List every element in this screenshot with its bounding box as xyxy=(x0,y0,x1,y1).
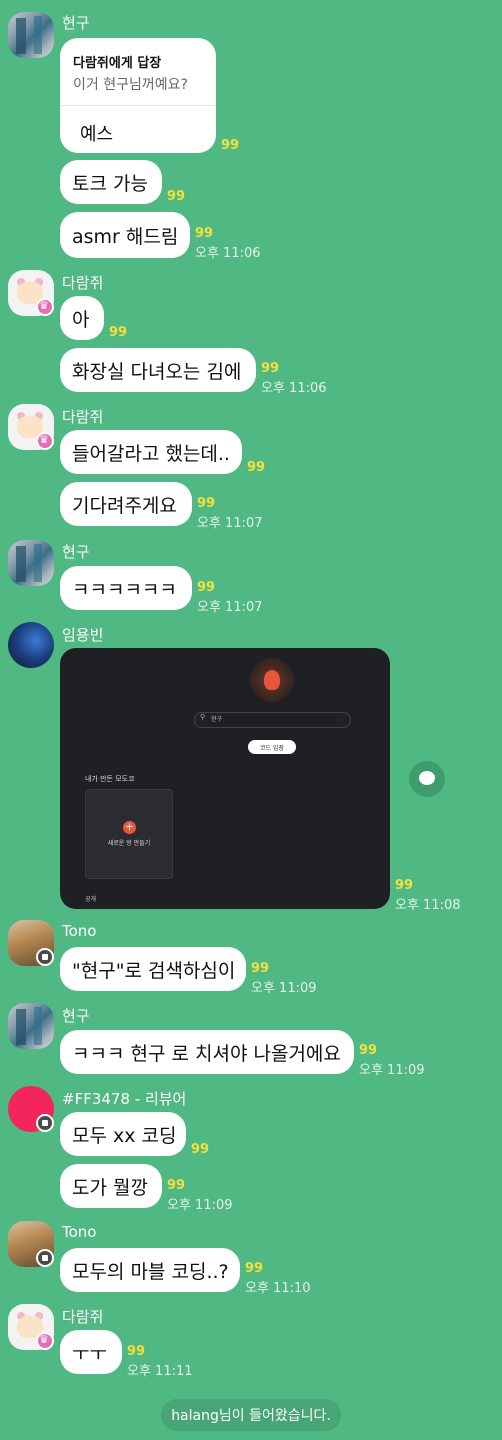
message-bubble[interactable]: ㅋㅋㅋㅋㅋㅋ xyxy=(60,566,192,610)
message-bubble[interactable]: 기다려주게요 xyxy=(60,482,192,526)
new-room-card[interactable]: + 새로운 방 만들기 xyxy=(85,789,173,879)
reply-text: 예스 xyxy=(80,124,114,145)
reply-message-bubble[interactable]: 다람쥐에게 답장 이거 현구님꺼예요? 예스 xyxy=(60,38,216,153)
message-text: 기다려주게요 xyxy=(72,494,177,517)
unread-count: 99 xyxy=(197,496,216,511)
message-time: 오후 11:07 xyxy=(197,600,263,615)
reply-divider xyxy=(60,105,216,106)
sender-name: 현구 xyxy=(62,543,90,561)
message-time: 오후 11:09 xyxy=(167,1198,233,1213)
unread-count: 99 xyxy=(221,138,240,153)
plus-icon: + xyxy=(123,820,136,834)
message-text: 들어갈라고 했는데.. xyxy=(72,442,230,465)
sender-name: 임용빈 xyxy=(62,626,104,644)
manager-icon xyxy=(36,1249,54,1267)
search-input[interactable]: ⚲ 현구 xyxy=(194,712,351,728)
sender-name: 현구 xyxy=(62,14,90,32)
reply-quote[interactable]: 이거 현구님꺼예요? xyxy=(73,74,188,94)
message-text: "현구"로 검색하심이 xyxy=(72,959,236,982)
unread-count: 99 xyxy=(251,961,270,976)
unread-count: 99 xyxy=(247,460,266,475)
message-time: 오후 11:08 xyxy=(395,898,461,913)
message-time: 오후 11:11 xyxy=(127,1364,193,1379)
crown-icon xyxy=(36,298,54,316)
message-bubble[interactable]: 화장실 다녀오는 김에 xyxy=(60,348,256,392)
sender-name: 다람쥐 xyxy=(62,408,104,426)
message-time: 오후 11:06 xyxy=(261,381,327,396)
message-bubble[interactable]: 들어갈라고 했는데.. xyxy=(60,430,242,474)
message-bubble[interactable]: 토크 가능 xyxy=(60,160,162,204)
message-text: 모두 xx 코딩 xyxy=(72,1124,177,1147)
unread-count: 99 xyxy=(395,878,414,893)
search-icon: ⚲ xyxy=(200,713,206,721)
message-time: 오후 11:10 xyxy=(245,1281,311,1296)
enter-code-button[interactable]: 코드 입장 xyxy=(248,740,296,754)
sender-name: Tono xyxy=(62,922,97,940)
unread-count: 99 xyxy=(167,189,186,204)
visibility-label: 공개 xyxy=(85,896,97,903)
message-text: ㅋㅋㅋ 현구 로 치셔야 나올거에요 xyxy=(72,1042,341,1065)
message-bubble[interactable]: 모두 xx 코딩 xyxy=(60,1112,186,1156)
flame-icon xyxy=(264,670,280,690)
share-icon[interactable] xyxy=(409,761,445,797)
section-title: 내가 만든 모도코 xyxy=(85,775,135,783)
message-text: 화장실 다녀오는 김에 xyxy=(72,360,242,383)
join-notice: halang님이 들어왔습니다. xyxy=(161,1399,341,1431)
avatar-hyungu[interactable] xyxy=(8,12,54,58)
campfire-icon xyxy=(250,658,294,702)
manager-icon xyxy=(36,1114,54,1132)
sender-name: #FF3478 - 리뷰어 xyxy=(62,1090,187,1108)
search-text: 현구 xyxy=(211,716,223,723)
crown-icon xyxy=(36,1332,54,1350)
message-bubble[interactable]: ㅜㅜ xyxy=(60,1330,122,1374)
unread-count: 99 xyxy=(245,1261,264,1276)
message-time: 오후 11:09 xyxy=(359,1063,425,1078)
message-time: 오후 11:09 xyxy=(251,981,317,996)
sender-name: Tono xyxy=(62,1223,97,1241)
message-text: ㅋㅋㅋㅋㅋㅋ xyxy=(72,578,177,601)
sender-name: 다람쥐 xyxy=(62,1308,104,1326)
message-text: asmr 해드림 xyxy=(72,225,179,248)
unread-count: 99 xyxy=(191,1142,210,1157)
sender-name: 현구 xyxy=(62,1007,90,1025)
message-bubble[interactable]: asmr 해드림 xyxy=(60,212,190,258)
message-text: 토크 가능 xyxy=(72,172,148,195)
sender-name: 다람쥐 xyxy=(62,274,104,292)
crown-icon xyxy=(36,432,54,450)
new-room-label: 새로운 방 만들기 xyxy=(107,840,151,847)
unread-count: 99 xyxy=(197,580,216,595)
unread-count: 99 xyxy=(109,325,128,340)
message-text: ㅜㅜ xyxy=(72,1342,107,1365)
unread-count: 99 xyxy=(167,1178,186,1193)
message-bubble[interactable]: "현구"로 검색하심이 xyxy=(60,947,246,991)
unread-count: 99 xyxy=(359,1043,378,1058)
unread-count: 99 xyxy=(261,361,280,376)
message-time: 오후 11:06 xyxy=(195,246,261,261)
avatar-hyungu[interactable] xyxy=(8,1003,54,1049)
avatar-imyongbin[interactable] xyxy=(8,622,54,668)
unread-count: 99 xyxy=(127,1344,146,1359)
unread-count: 99 xyxy=(195,226,214,241)
message-bubble[interactable]: 도가 뭘깡 xyxy=(60,1164,162,1208)
message-bubble[interactable]: 모두의 마블 코딩..? xyxy=(60,1248,240,1292)
message-bubble[interactable]: 아 xyxy=(60,296,104,340)
join-notice-text: halang님이 들어왔습니다. xyxy=(171,1408,331,1424)
message-time: 오후 11:07 xyxy=(197,516,263,531)
message-text: 아 xyxy=(72,308,90,331)
message-bubble[interactable]: ㅋㅋㅋ 현구 로 치셔야 나올거에요 xyxy=(60,1030,354,1074)
avatar-hyungu[interactable] xyxy=(8,540,54,586)
image-message[interactable]: ⚲ 현구 코드 입장 내가 만든 모도코 + 새로운 방 만들기 공개 xyxy=(60,648,390,909)
reply-title: 다람쥐에게 답장 xyxy=(73,56,162,71)
message-text: 도가 뭘깡 xyxy=(72,1176,148,1199)
message-text: 모두의 마블 코딩..? xyxy=(72,1260,229,1283)
manager-icon xyxy=(36,948,54,966)
